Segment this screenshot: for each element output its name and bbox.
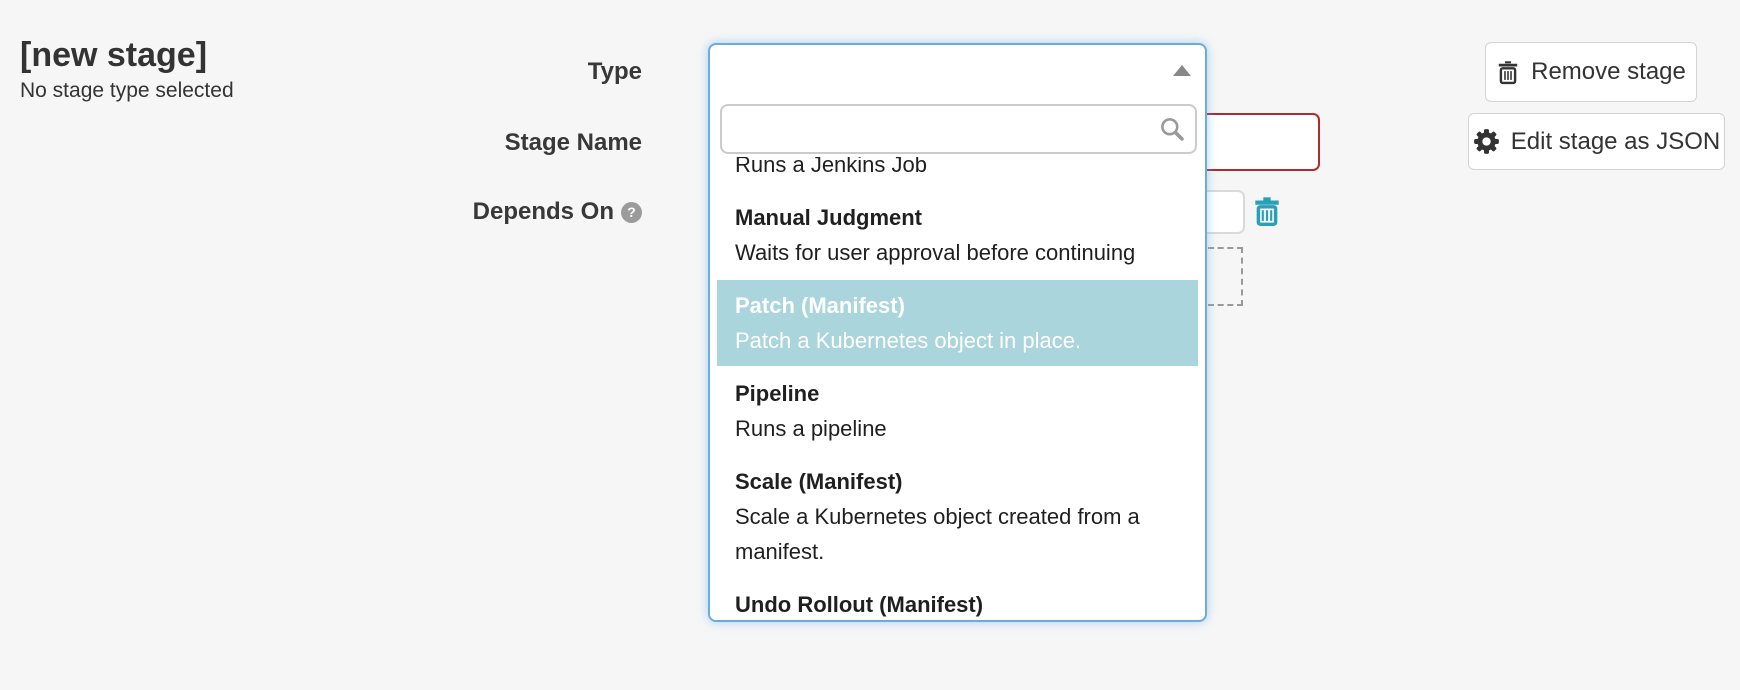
option-description: Runs a Jenkins Job xyxy=(735,157,1180,182)
option-description: Waits for user approval before continuin… xyxy=(735,235,1180,270)
page-title: [new stage] xyxy=(20,34,234,76)
type-option-undo-rollout-manifest[interactable]: Undo Rollout (Manifest) xyxy=(717,579,1198,618)
option-title: Manual Judgment xyxy=(735,200,1180,235)
stage-subtitle: No stage type selected xyxy=(20,78,234,104)
type-search-input[interactable] xyxy=(720,104,1197,154)
trash-icon xyxy=(1496,59,1520,86)
option-description: Patch a Kubernetes object in place. xyxy=(735,323,1180,358)
option-title: Patch (Manifest) xyxy=(735,288,1180,323)
option-description: Scale a Kubernetes object created from a… xyxy=(735,499,1180,569)
depends-on-label-text: Depends On xyxy=(473,198,614,225)
type-select-dropdown: Runs a Jenkins Job Manual Judgment Waits… xyxy=(708,43,1207,622)
edit-stage-json-button[interactable]: Edit stage as JSON xyxy=(1468,113,1725,170)
help-icon[interactable]: ? xyxy=(621,202,642,223)
type-option-patch-manifest[interactable]: Patch (Manifest) Patch a Kubernetes obje… xyxy=(717,280,1198,366)
option-title: Scale (Manifest) xyxy=(735,464,1180,499)
option-description: Runs a pipeline xyxy=(735,411,1180,446)
trash-icon xyxy=(1252,195,1282,227)
edit-stage-json-label: Edit stage as JSON xyxy=(1511,128,1720,156)
type-label: Type xyxy=(380,57,642,87)
type-option-jenkins[interactable]: Runs a Jenkins Job xyxy=(717,157,1198,190)
remove-stage-button[interactable]: Remove stage xyxy=(1485,42,1697,102)
type-option-scale-manifest[interactable]: Scale (Manifest) Scale a Kubernetes obje… xyxy=(717,456,1198,577)
type-search-wrap xyxy=(720,104,1197,154)
pipeline-stage-config: [new stage] No stage type selected Type … xyxy=(0,0,1740,690)
caret-up-icon[interactable] xyxy=(1173,65,1191,76)
stage-name-label: Stage Name xyxy=(380,128,642,158)
remove-stage-label: Remove stage xyxy=(1531,58,1686,86)
depends-on-label: Depends On? xyxy=(380,197,642,227)
option-title: Pipeline xyxy=(735,376,1180,411)
type-option-manual-judgment[interactable]: Manual Judgment Waits for user approval … xyxy=(717,192,1198,278)
stage-header: [new stage] No stage type selected xyxy=(20,34,234,104)
gear-icon xyxy=(1473,128,1500,155)
type-options-list: Runs a Jenkins Job Manual Judgment Waits… xyxy=(710,157,1205,618)
type-option-pipeline[interactable]: Pipeline Runs a pipeline xyxy=(717,368,1198,454)
depends-on-remove-button[interactable] xyxy=(1252,195,1282,227)
option-title: Undo Rollout (Manifest) xyxy=(735,587,1180,618)
